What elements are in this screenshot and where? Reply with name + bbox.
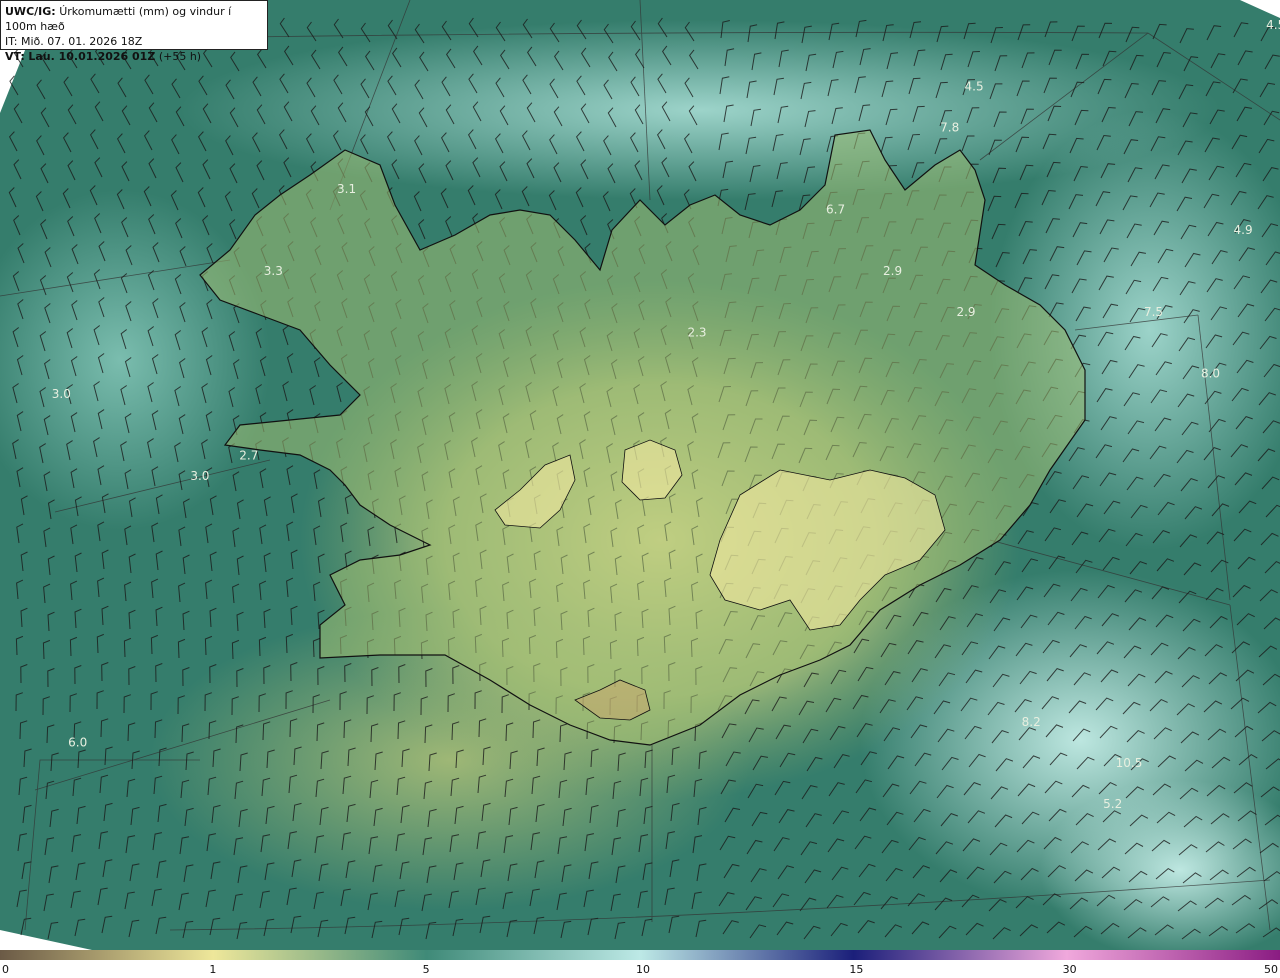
- colorbar-tick-label: 10: [636, 963, 650, 976]
- colorbar-tick-label: 5: [422, 963, 430, 976]
- colorbar: [0, 950, 1280, 960]
- value-label: 7.5: [1144, 305, 1163, 319]
- value-label: 2.7: [239, 449, 258, 463]
- colorbar-tick-label: 30: [1062, 963, 1077, 976]
- value-label: 7.8: [940, 121, 959, 135]
- valid-time-line: VT: Lau. 10.01.2026 01Z (+55 h): [5, 49, 263, 64]
- valid-time-prefix: VT:: [5, 50, 25, 63]
- value-label: 2.9: [956, 305, 975, 319]
- value-label: 10.5: [1116, 756, 1143, 770]
- title-line: UWC/IG: Úrkomumætti (mm) og vindur í 100…: [5, 4, 263, 34]
- map-title-box: UWC/IG: Úrkomumætti (mm) og vindur í 100…: [0, 0, 268, 63]
- value-label: 8.2: [1022, 715, 1041, 729]
- lead-time: (+55 h): [158, 50, 202, 63]
- value-label: 6.7: [826, 203, 845, 217]
- value-label: 4.5: [965, 80, 984, 94]
- colorbar-tick-label: 15: [849, 963, 864, 976]
- initial-time: IT: Mið. 07. 01. 2026 18Z: [5, 35, 143, 48]
- value-label: 2.3: [687, 326, 706, 340]
- colorbar-tick-label: 50: [1264, 963, 1278, 976]
- colorbar-tick-label: 1: [209, 963, 217, 976]
- value-label: 3.3: [264, 264, 283, 278]
- colorbar-tick-label: 0: [2, 963, 9, 976]
- precipitation-wind-map: 7.24.54.24.57.83.16.74.93.32.97.52.92.38…: [0, 0, 1280, 960]
- value-label: 8.0: [1201, 367, 1220, 381]
- value-label: 4.5: [1266, 18, 1280, 32]
- model-name: UWC/IG:: [5, 5, 56, 18]
- value-label: 4.9: [1234, 223, 1253, 237]
- value-label: 3.1: [337, 182, 356, 196]
- value-label: 6.0: [68, 736, 87, 750]
- value-label: 2.9: [883, 264, 902, 278]
- value-label: 3.0: [52, 387, 71, 401]
- value-label: 3.0: [190, 469, 209, 483]
- value-label: 5.2: [1103, 797, 1122, 811]
- valid-time: Lau. 10.01.2026 01Z: [28, 50, 156, 63]
